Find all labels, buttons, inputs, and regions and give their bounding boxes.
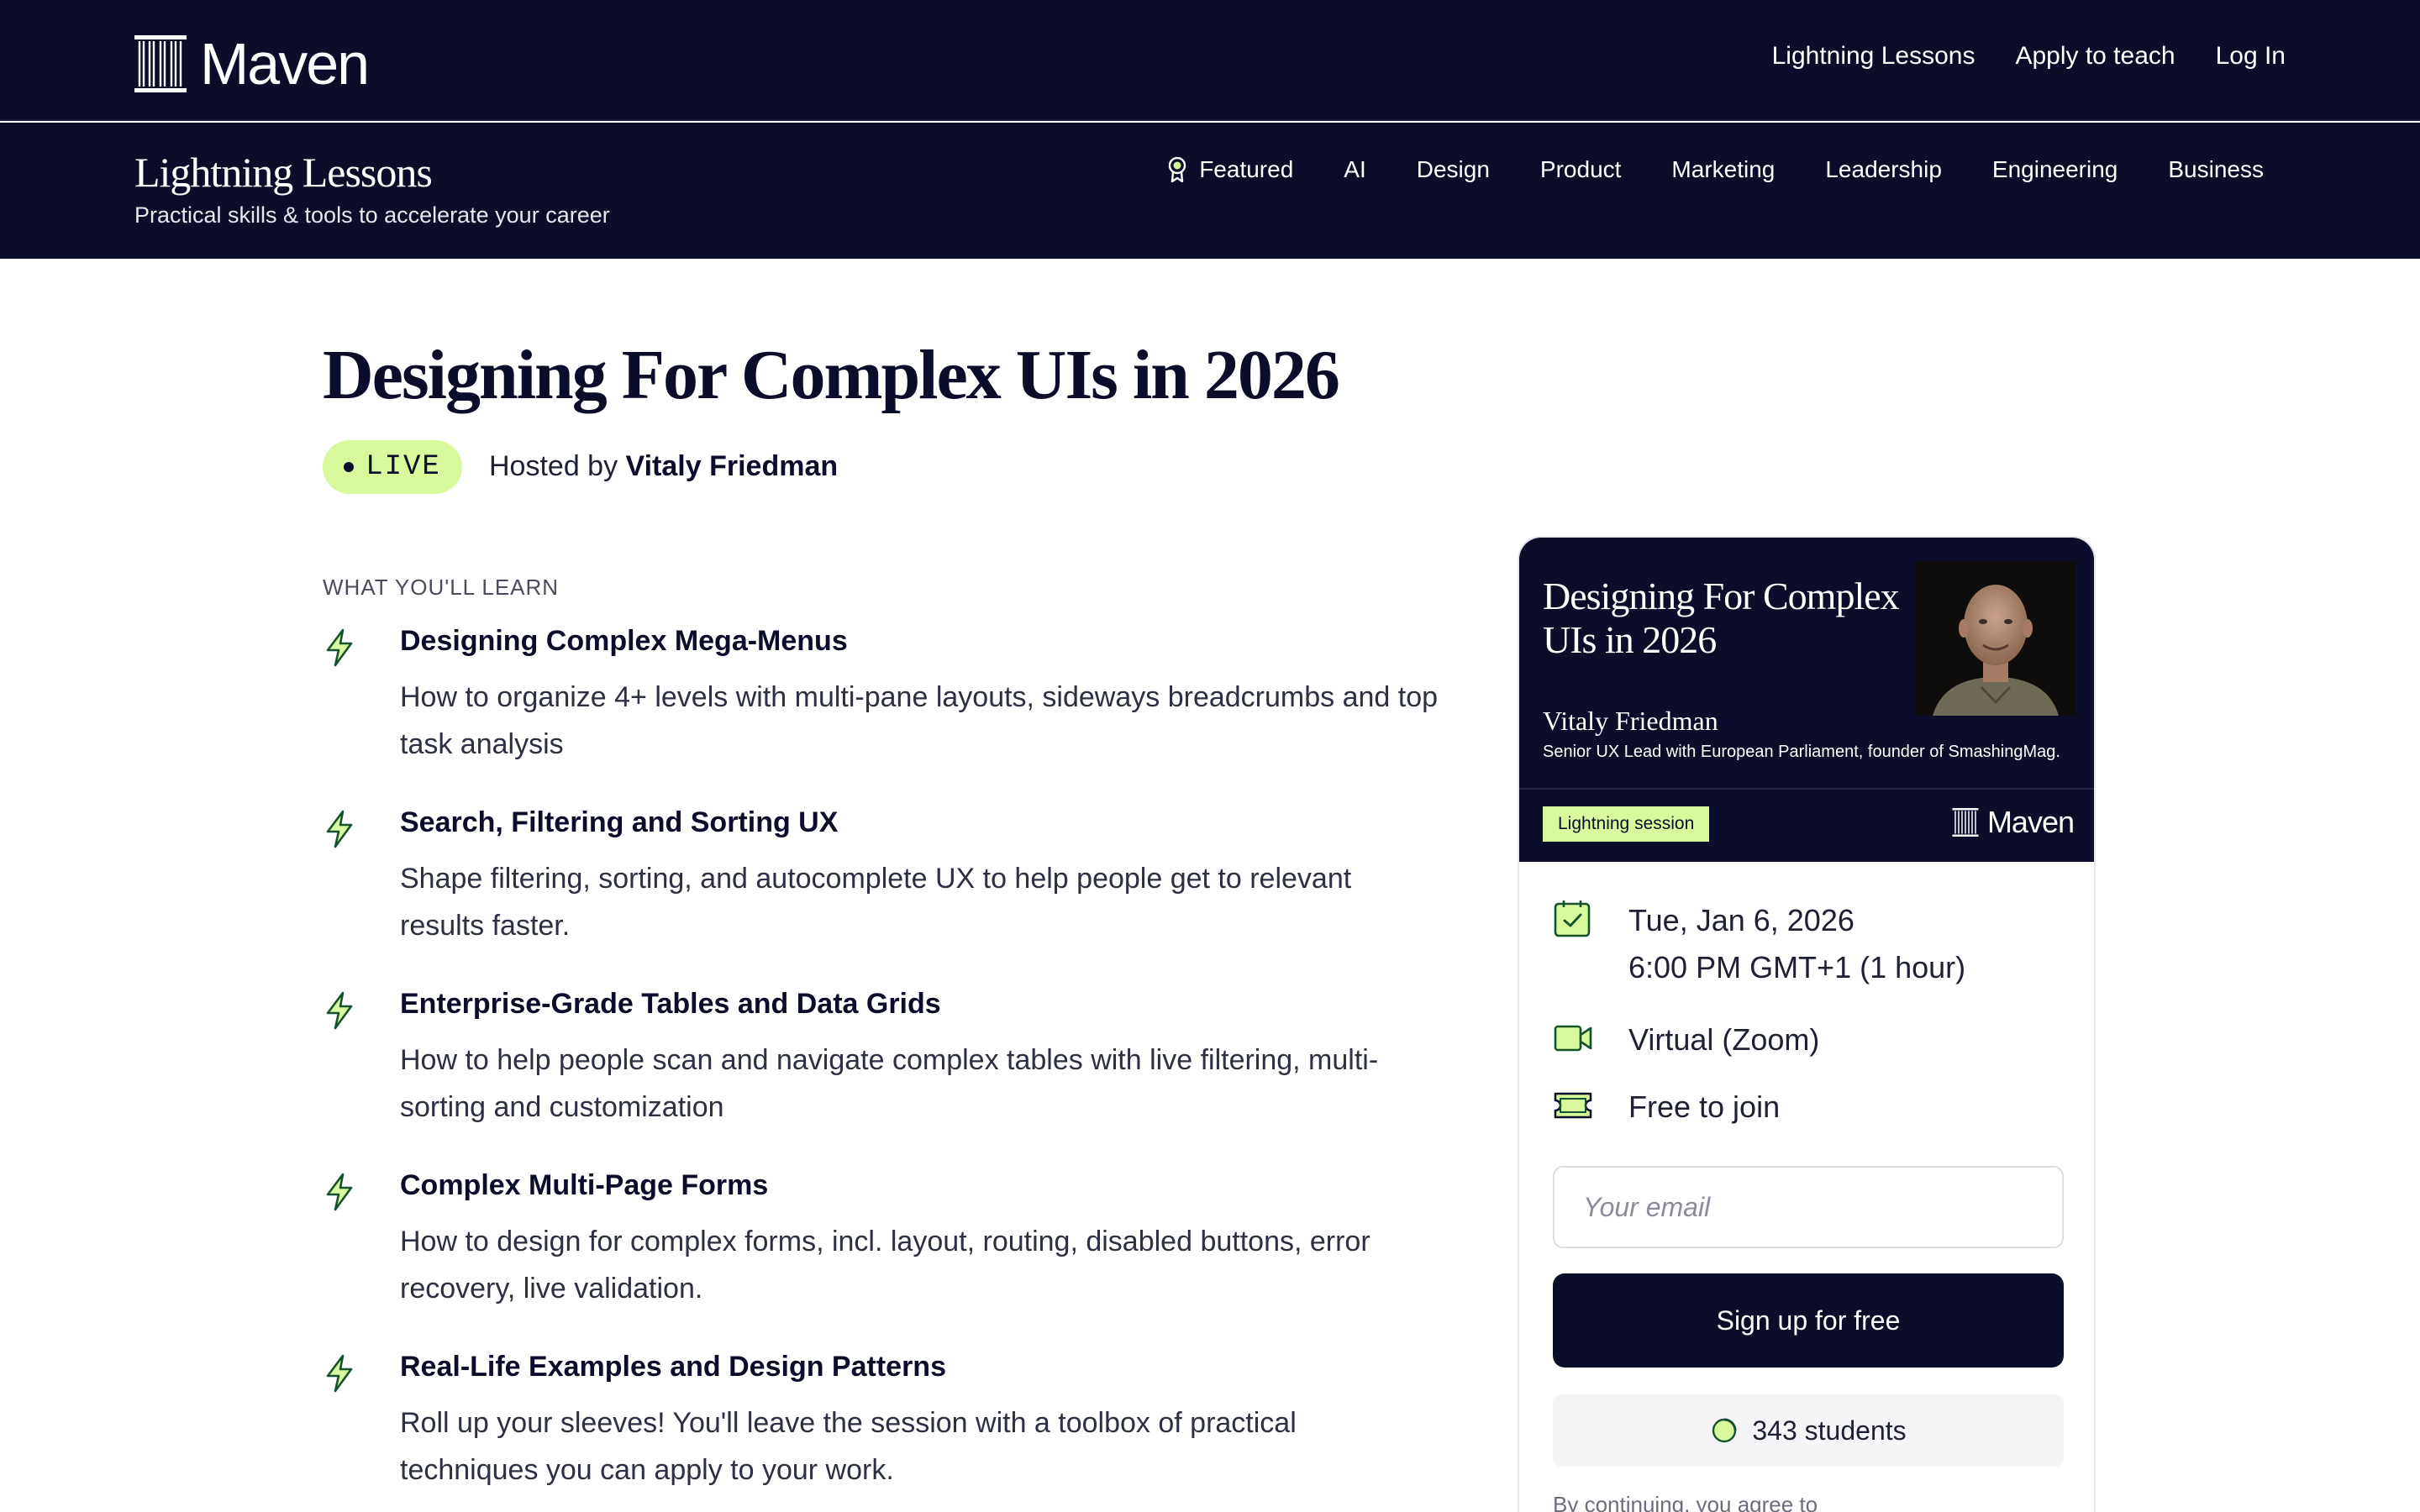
terms-fineprint: By continuing, you agree to <box>1553 1492 1818 1512</box>
hosted-prefix: Hosted by <box>489 450 618 482</box>
learn-item-title: Enterprise-Grade Tables and Data Grids <box>400 988 941 1020</box>
students-label: 343 students <box>1752 1415 1907 1446</box>
banner-host-name: Vitaly Friedman <box>1543 706 1718 736</box>
learn-item-desc: How to help people scan and navigate com… <box>400 1044 1379 1123</box>
category-leadership[interactable]: Leadership <box>1825 156 1942 183</box>
award-icon <box>1169 157 1186 182</box>
category-label: Featured <box>1199 156 1294 182</box>
date-time: Tue, Jan 6, 2026 6:00 PM GMT+1 (1 hour) <box>1628 897 1965 991</box>
learn-item-desc: How to organize 4+ levels with multi-pan… <box>400 681 1439 760</box>
top-navbar: Maven Lightning Lessons Apply to teach L… <box>0 0 2420 121</box>
category-nav: Featured AI Design Product Marketing Lea… <box>1167 156 2264 183</box>
live-label: LIVE <box>366 451 441 483</box>
columns-logo-icon <box>134 35 187 92</box>
lightning-icon <box>326 810 353 848</box>
learn-item-title: Complex Multi-Page Forms <box>400 1169 769 1201</box>
lightning-icon <box>326 628 353 667</box>
learn-item-title: Search, Filtering and Sorting UX <box>400 806 839 838</box>
lesson-price: Free to join <box>1628 1089 1781 1124</box>
maven-logo[interactable]: Maven <box>134 30 370 97</box>
banner-host-role: Senior UX Lead with European Parliament,… <box>1543 743 2060 761</box>
host-name[interactable]: Vitaly Friedman <box>626 450 839 482</box>
category-featured[interactable]: Featured <box>1167 156 1293 183</box>
category-product[interactable]: Product <box>1540 156 1622 183</box>
lesson-time: 6:00 PM GMT+1 (1 hour) <box>1628 950 1966 984</box>
category-engineering[interactable]: Engineering <box>1992 156 2118 183</box>
video-camera-icon <box>1554 1025 1592 1052</box>
category-design[interactable]: Design <box>1417 156 1490 183</box>
category-ai[interactable]: AI <box>1344 156 1365 183</box>
progress-ring-icon <box>1712 1418 1737 1443</box>
learn-item-title: Designing Complex Mega-Menus <box>400 625 848 657</box>
nav-link-lightning-lessons[interactable]: Lightning Lessons <box>1772 42 1975 71</box>
live-dot-icon <box>344 462 355 472</box>
brand-name: Maven <box>200 31 370 97</box>
banner-maven-logo: Maven <box>1952 805 2075 840</box>
section-header: Lightning Lessons Practical skills & too… <box>0 123 2420 259</box>
learn-item-title: Real-Life Examples and Design Patterns <box>400 1351 946 1383</box>
ticket-icon <box>1554 1092 1592 1119</box>
date-row: Tue, Jan 6, 2026 6:00 PM GMT+1 (1 hour) <box>1553 897 1965 991</box>
lesson-date: Tue, Jan 6, 2026 <box>1628 903 1854 937</box>
learn-item-desc: How to design for complex forms, incl. l… <box>400 1226 1370 1305</box>
section-subtitle: Practical skills & tools to accelerate y… <box>134 202 610 228</box>
live-badge: LIVE <box>323 440 462 494</box>
location-row: Virtual (Zoom) <box>1553 1016 1819 1063</box>
calendar-check-icon <box>1554 900 1591 937</box>
lightning-icon <box>326 991 353 1030</box>
nav-link-apply-to-teach[interactable]: Apply to teach <box>2015 42 2175 71</box>
email-input[interactable] <box>1553 1166 2064 1248</box>
signup-card: Designing For Complex UIs in 2026 Vitaly… <box>1518 536 2096 1512</box>
banner-title: Designing For Complex UIs in 2026 <box>1543 575 1900 661</box>
students-count: 343 students <box>1553 1394 2064 1467</box>
lesson-location: Virtual (Zoom) <box>1628 1022 1820 1057</box>
top-nav-links: Lightning Lessons Apply to teach Log In <box>1772 42 2286 71</box>
lightning-icon <box>326 1354 353 1393</box>
lightning-session-badge: Lightning session <box>1543 806 1710 842</box>
host-photo <box>1916 561 2075 716</box>
lightning-icon <box>326 1173 353 1211</box>
banner-divider <box>1519 788 2094 790</box>
category-marketing[interactable]: Marketing <box>1671 156 1775 183</box>
price-row: Free to join <box>1553 1084 1780 1131</box>
sign-up-button[interactable]: Sign up for free <box>1553 1273 2064 1368</box>
banner-brand-name: Maven <box>1986 805 2075 839</box>
columns-logo-icon <box>1952 808 1979 837</box>
host-portrait-image <box>1916 561 2075 716</box>
lesson-banner: Designing For Complex UIs in 2026 Vitaly… <box>1519 538 2094 862</box>
section-title: Lightning Lessons <box>134 149 433 196</box>
learn-item-desc: Shape filtering, sorting, and autocomple… <box>400 863 1352 942</box>
learn-heading: WHAT YOU'LL LEARN <box>323 575 560 600</box>
learn-item-desc: Roll up your sleeves! You'll leave the s… <box>400 1407 1297 1486</box>
hosted-by: Hosted by Vitaly Friedman <box>489 450 838 483</box>
category-business[interactable]: Business <box>2168 156 2264 183</box>
nav-link-log-in[interactable]: Log In <box>2216 42 2286 71</box>
page-title: Designing For Complex UIs in 2026 <box>323 336 1340 414</box>
